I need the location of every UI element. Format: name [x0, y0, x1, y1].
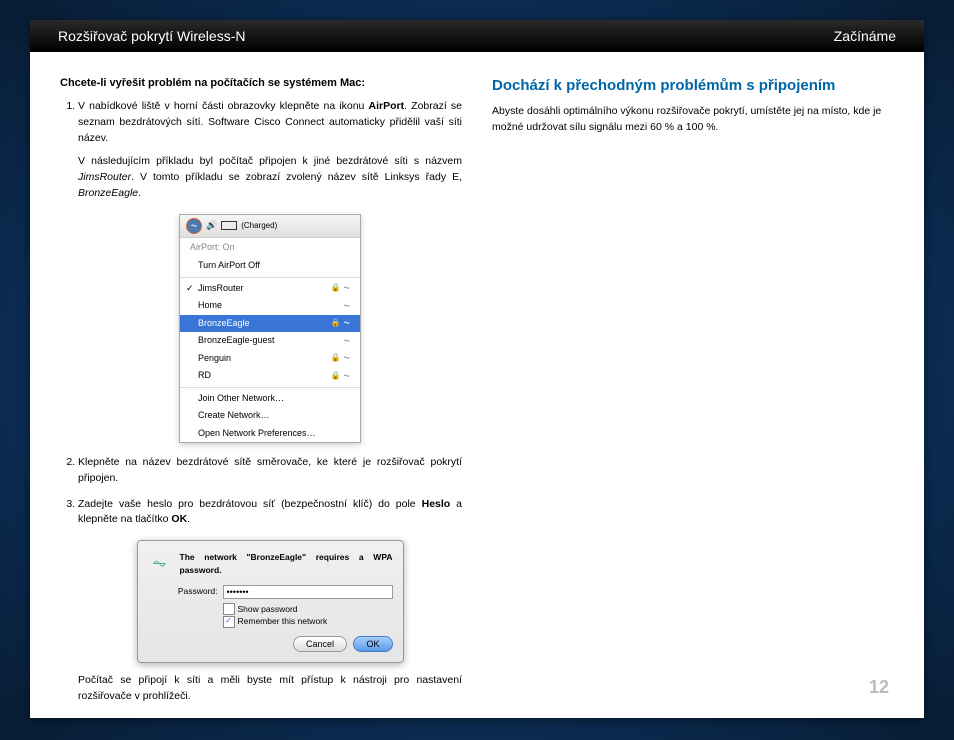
step-1: V nabídkové liště v horní části obrazovk…	[78, 99, 462, 443]
wifi-icon: ⏦	[343, 370, 350, 382]
airport-status: AirPort: On	[180, 238, 360, 258]
page-content: Chcete-li vyřešit problém na počítačích …	[30, 52, 924, 740]
right-title: Dochází k přechodným problémům s připoje…	[492, 77, 894, 94]
wifi-icon: ⏦	[343, 300, 350, 312]
airport-menu-header: ⏦ 🔊 (Charged)	[180, 215, 360, 238]
network-jimsrouter[interactable]: ✓JimsRouter 🔒⏦	[180, 280, 360, 298]
step1-para: V následujícím příkladu byl počítač přip…	[78, 154, 462, 201]
step-3: Zadejte vaše heslo pro bezdrátovou síť (…	[78, 497, 462, 705]
final-para: Počítač se připojí k síti a měli byste m…	[78, 673, 462, 705]
wifi-icon: ⏦	[343, 317, 350, 329]
create-network[interactable]: Create Network…	[180, 407, 360, 425]
show-password-checkbox[interactable]	[223, 603, 235, 615]
password-dialog: ⏦ The network "BronzeEagle" requires a W…	[137, 540, 404, 663]
dialog-message: The network "BronzeEagle" requires a WPA…	[180, 551, 393, 577]
wifi-icon-large: ⏦	[148, 551, 172, 575]
network-bronzeeagle[interactable]: BronzeEagle 🔒⏦	[180, 315, 360, 333]
document-page: Rozšiřovač pokrytí Wireless-N Začínáme C…	[30, 20, 924, 718]
airport-menu: ⏦ 🔊 (Charged) AirPort: On Turn AirPort O…	[179, 214, 361, 444]
section-title: Chcete-li vyřešit problém na počítačích …	[60, 77, 462, 89]
wifi-icon: ⏦	[343, 282, 350, 294]
airport-icon: ⏦	[186, 218, 202, 234]
open-network-prefs[interactable]: Open Network Preferences…	[180, 425, 360, 443]
sound-icon: 🔊	[206, 219, 217, 233]
cancel-button[interactable]: Cancel	[293, 636, 347, 652]
network-rd[interactable]: RD 🔒⏦	[180, 367, 360, 385]
lock-icon: 🔒	[330, 317, 340, 329]
left-column: Chcete-li vyřešit problém na počítačích …	[60, 77, 462, 715]
battery-icon	[221, 221, 237, 230]
turn-airport-off[interactable]: Turn AirPort Off	[180, 257, 360, 275]
wifi-icon: ⏦	[343, 335, 350, 347]
network-bronzeeagle-guest[interactable]: BronzeEagle-guest ⏦	[180, 332, 360, 350]
lock-icon: 🔒	[330, 282, 340, 294]
wifi-icon: ⏦	[343, 352, 350, 364]
remember-checkbox[interactable]: ✓	[223, 616, 235, 628]
lock-icon: 🔒	[330, 370, 340, 382]
ok-button[interactable]: OK	[353, 636, 392, 652]
password-input[interactable]	[223, 585, 393, 599]
network-penguin[interactable]: Penguin 🔒⏦	[180, 350, 360, 368]
network-home[interactable]: Home ⏦	[180, 297, 360, 315]
header-left: Rozšiřovač pokrytí Wireless-N	[58, 28, 245, 44]
join-other-network[interactable]: Join Other Network…	[180, 390, 360, 408]
right-para: Abyste dosáhli optimálního výkonu rozšiř…	[492, 104, 894, 136]
step-2: Klepněte na název bezdrátové sítě směrov…	[78, 455, 462, 487]
remember-network-row[interactable]: ✓ Remember this network	[223, 615, 393, 628]
lock-icon: 🔒	[330, 352, 340, 364]
right-column: Dochází k přechodným problémům s připoje…	[492, 77, 894, 715]
header-right: Začínáme	[834, 28, 896, 44]
page-number: 12	[869, 677, 889, 698]
page-header: Rozšiřovač pokrytí Wireless-N Začínáme	[30, 20, 924, 52]
password-label: Password:	[176, 585, 218, 598]
show-password-row[interactable]: Show password	[223, 603, 393, 616]
